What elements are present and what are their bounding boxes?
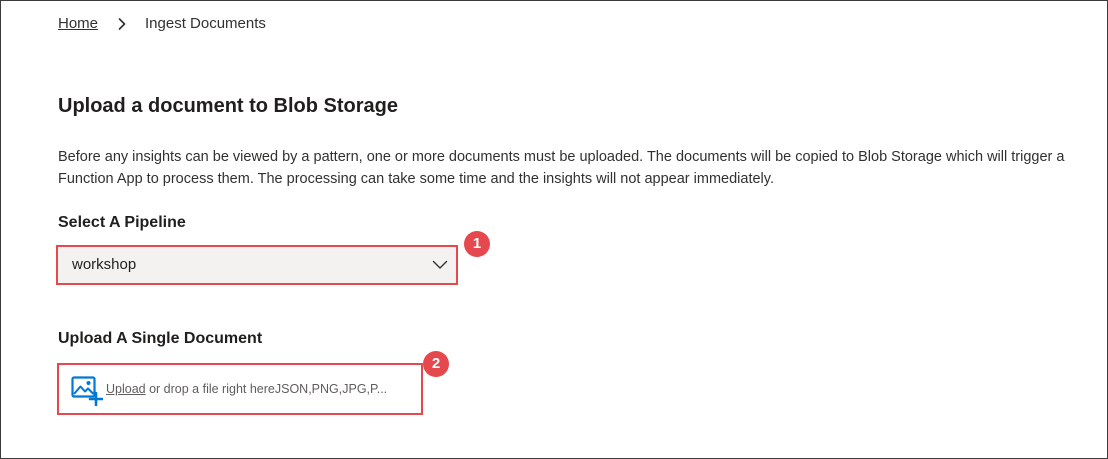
page-title: Upload a document to Blob Storage: [58, 95, 399, 117]
ingest-documents-page: Home Ingest Documents Upload a document …: [0, 0, 1108, 459]
breadcrumb-home-link[interactable]: Home: [58, 15, 98, 32]
pipeline-label: Select A Pipeline: [58, 214, 186, 231]
file-drop-zone[interactable]: Upload or drop a file right hereJSON,PNG…: [57, 363, 423, 415]
upload-hint-text: or drop a file right hereJSON,PNG,JPG,P.…: [145, 382, 388, 396]
image-add-icon: [71, 376, 103, 406]
breadcrumb: Home Ingest Documents: [58, 15, 266, 32]
chevron-right-icon: [118, 17, 126, 30]
upload-label: Upload A Single Document: [58, 330, 263, 347]
page-description: Before any insights can be viewed by a p…: [58, 149, 1065, 187]
pipeline-dropdown[interactable]: workshop: [56, 245, 458, 285]
annotation-badge-2: 2: [423, 351, 449, 377]
chevron-down-icon: [432, 260, 448, 269]
upload-hint: Upload or drop a file right hereJSON,PNG…: [106, 382, 387, 396]
pipeline-selected-value: workshop: [72, 256, 137, 273]
breadcrumb-current: Ingest Documents: [145, 15, 266, 32]
annotation-badge-1: 1: [464, 231, 490, 257]
upload-link[interactable]: Upload: [106, 382, 146, 396]
